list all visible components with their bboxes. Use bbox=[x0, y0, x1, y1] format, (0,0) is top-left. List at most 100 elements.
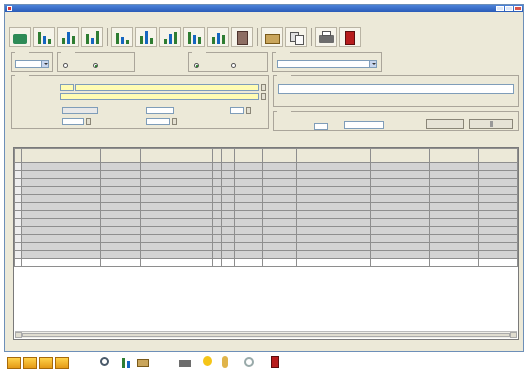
report-button[interactable] bbox=[231, 27, 253, 47]
chart-button-4[interactable] bbox=[111, 27, 133, 47]
table-cell[interactable] bbox=[233, 202, 264, 211]
table-cell[interactable] bbox=[369, 194, 431, 203]
table-cell[interactable] bbox=[429, 202, 480, 211]
menu-item[interactable] bbox=[86, 15, 102, 19]
table-cell[interactable] bbox=[296, 226, 371, 235]
table-cell[interactable] bbox=[211, 226, 222, 235]
table-cell[interactable] bbox=[100, 258, 142, 267]
field5-input[interactable] bbox=[230, 107, 244, 114]
menu-item[interactable] bbox=[236, 15, 252, 19]
table-cell[interactable] bbox=[262, 186, 298, 195]
filter-combo-1[interactable] bbox=[15, 60, 49, 68]
table-cell[interactable] bbox=[211, 170, 222, 179]
table-cell[interactable] bbox=[233, 250, 264, 259]
radio-option-d[interactable] bbox=[231, 63, 238, 68]
chart-button-6[interactable] bbox=[159, 27, 181, 47]
radio-option-a[interactable] bbox=[63, 63, 70, 68]
table-cell[interactable] bbox=[100, 234, 142, 243]
table-cell[interactable] bbox=[211, 210, 222, 219]
table-cell[interactable] bbox=[478, 170, 518, 179]
table-cell[interactable] bbox=[233, 242, 264, 251]
table-row[interactable] bbox=[14, 186, 518, 195]
menu-item[interactable] bbox=[111, 15, 127, 19]
table-row[interactable] bbox=[14, 226, 518, 235]
table-cell[interactable] bbox=[429, 226, 480, 235]
table-cell[interactable] bbox=[140, 258, 213, 267]
new-row[interactable] bbox=[14, 258, 518, 267]
table-cell[interactable] bbox=[429, 242, 480, 251]
table-cell[interactable] bbox=[478, 178, 518, 187]
save-button[interactable] bbox=[9, 27, 31, 47]
bulb-button[interactable] bbox=[200, 355, 214, 369]
table-cell[interactable] bbox=[296, 258, 371, 267]
table-cell[interactable] bbox=[369, 226, 431, 235]
table-cell[interactable] bbox=[429, 194, 480, 203]
table-cell[interactable] bbox=[233, 170, 264, 179]
folder-button[interactable] bbox=[261, 27, 283, 47]
table-cell[interactable] bbox=[140, 250, 213, 259]
minimize-button[interactable] bbox=[496, 6, 504, 11]
column-header[interactable] bbox=[296, 148, 371, 163]
table-cell[interactable] bbox=[369, 162, 431, 171]
table-cell[interactable] bbox=[429, 170, 480, 179]
table-cell[interactable] bbox=[140, 202, 213, 211]
table-cell[interactable] bbox=[233, 234, 264, 243]
table-cell[interactable] bbox=[211, 178, 222, 187]
last-record-button[interactable] bbox=[54, 355, 69, 369]
menu-item[interactable] bbox=[61, 15, 77, 19]
table-cell[interactable] bbox=[429, 210, 480, 219]
table-cell[interactable] bbox=[369, 242, 431, 251]
table-cell[interactable] bbox=[429, 162, 480, 171]
table-cell[interactable] bbox=[220, 202, 235, 211]
table-cell[interactable] bbox=[478, 218, 518, 227]
table-cell[interactable] bbox=[478, 242, 518, 251]
search-button[interactable] bbox=[98, 355, 112, 369]
user-button[interactable] bbox=[218, 355, 232, 369]
radio-option-c[interactable] bbox=[194, 63, 201, 68]
table-cell[interactable] bbox=[14, 258, 22, 267]
code-field[interactable] bbox=[75, 84, 259, 91]
table-cell[interactable] bbox=[233, 218, 264, 227]
row-selector[interactable] bbox=[14, 162, 22, 171]
table-cell[interactable] bbox=[220, 234, 235, 243]
field3-input[interactable] bbox=[62, 107, 98, 114]
column-header[interactable] bbox=[429, 148, 480, 163]
table-cell[interactable] bbox=[100, 250, 142, 259]
table-cell[interactable] bbox=[20, 202, 102, 211]
table-cell[interactable] bbox=[429, 234, 480, 243]
table-cell[interactable] bbox=[369, 258, 431, 267]
table-cell[interactable] bbox=[233, 226, 264, 235]
table-cell[interactable] bbox=[369, 234, 431, 243]
table-cell[interactable] bbox=[220, 210, 235, 219]
table-cell[interactable] bbox=[478, 258, 518, 267]
table-row[interactable] bbox=[14, 194, 518, 203]
print-button[interactable] bbox=[178, 355, 192, 369]
table-cell[interactable] bbox=[20, 218, 102, 227]
column-header[interactable] bbox=[233, 148, 264, 163]
table-cell[interactable] bbox=[296, 194, 371, 203]
table-cell[interactable] bbox=[233, 162, 264, 171]
table-cell[interactable] bbox=[20, 210, 102, 219]
exit-button[interactable] bbox=[268, 355, 282, 369]
field7-input[interactable] bbox=[146, 118, 170, 125]
print-button[interactable] bbox=[315, 27, 337, 47]
table-cell[interactable] bbox=[233, 178, 264, 187]
table-cell[interactable] bbox=[100, 226, 142, 235]
table-cell[interactable] bbox=[369, 178, 431, 187]
menu-item[interactable] bbox=[36, 15, 52, 19]
table-cell[interactable] bbox=[262, 210, 298, 219]
table-cell[interactable] bbox=[478, 210, 518, 219]
table-cell[interactable] bbox=[140, 226, 213, 235]
table-cell[interactable] bbox=[140, 162, 213, 171]
row-selector[interactable] bbox=[14, 218, 22, 227]
table-cell[interactable] bbox=[478, 202, 518, 211]
table-cell[interactable] bbox=[429, 250, 480, 259]
table-cell[interactable] bbox=[478, 234, 518, 243]
table-cell[interactable] bbox=[140, 170, 213, 179]
table-cell[interactable] bbox=[211, 194, 222, 203]
table-cell[interactable] bbox=[296, 186, 371, 195]
table-cell[interactable] bbox=[220, 226, 235, 235]
row-selector[interactable] bbox=[14, 170, 22, 179]
field6-spin-button[interactable] bbox=[86, 118, 91, 125]
column-header[interactable] bbox=[220, 148, 235, 163]
